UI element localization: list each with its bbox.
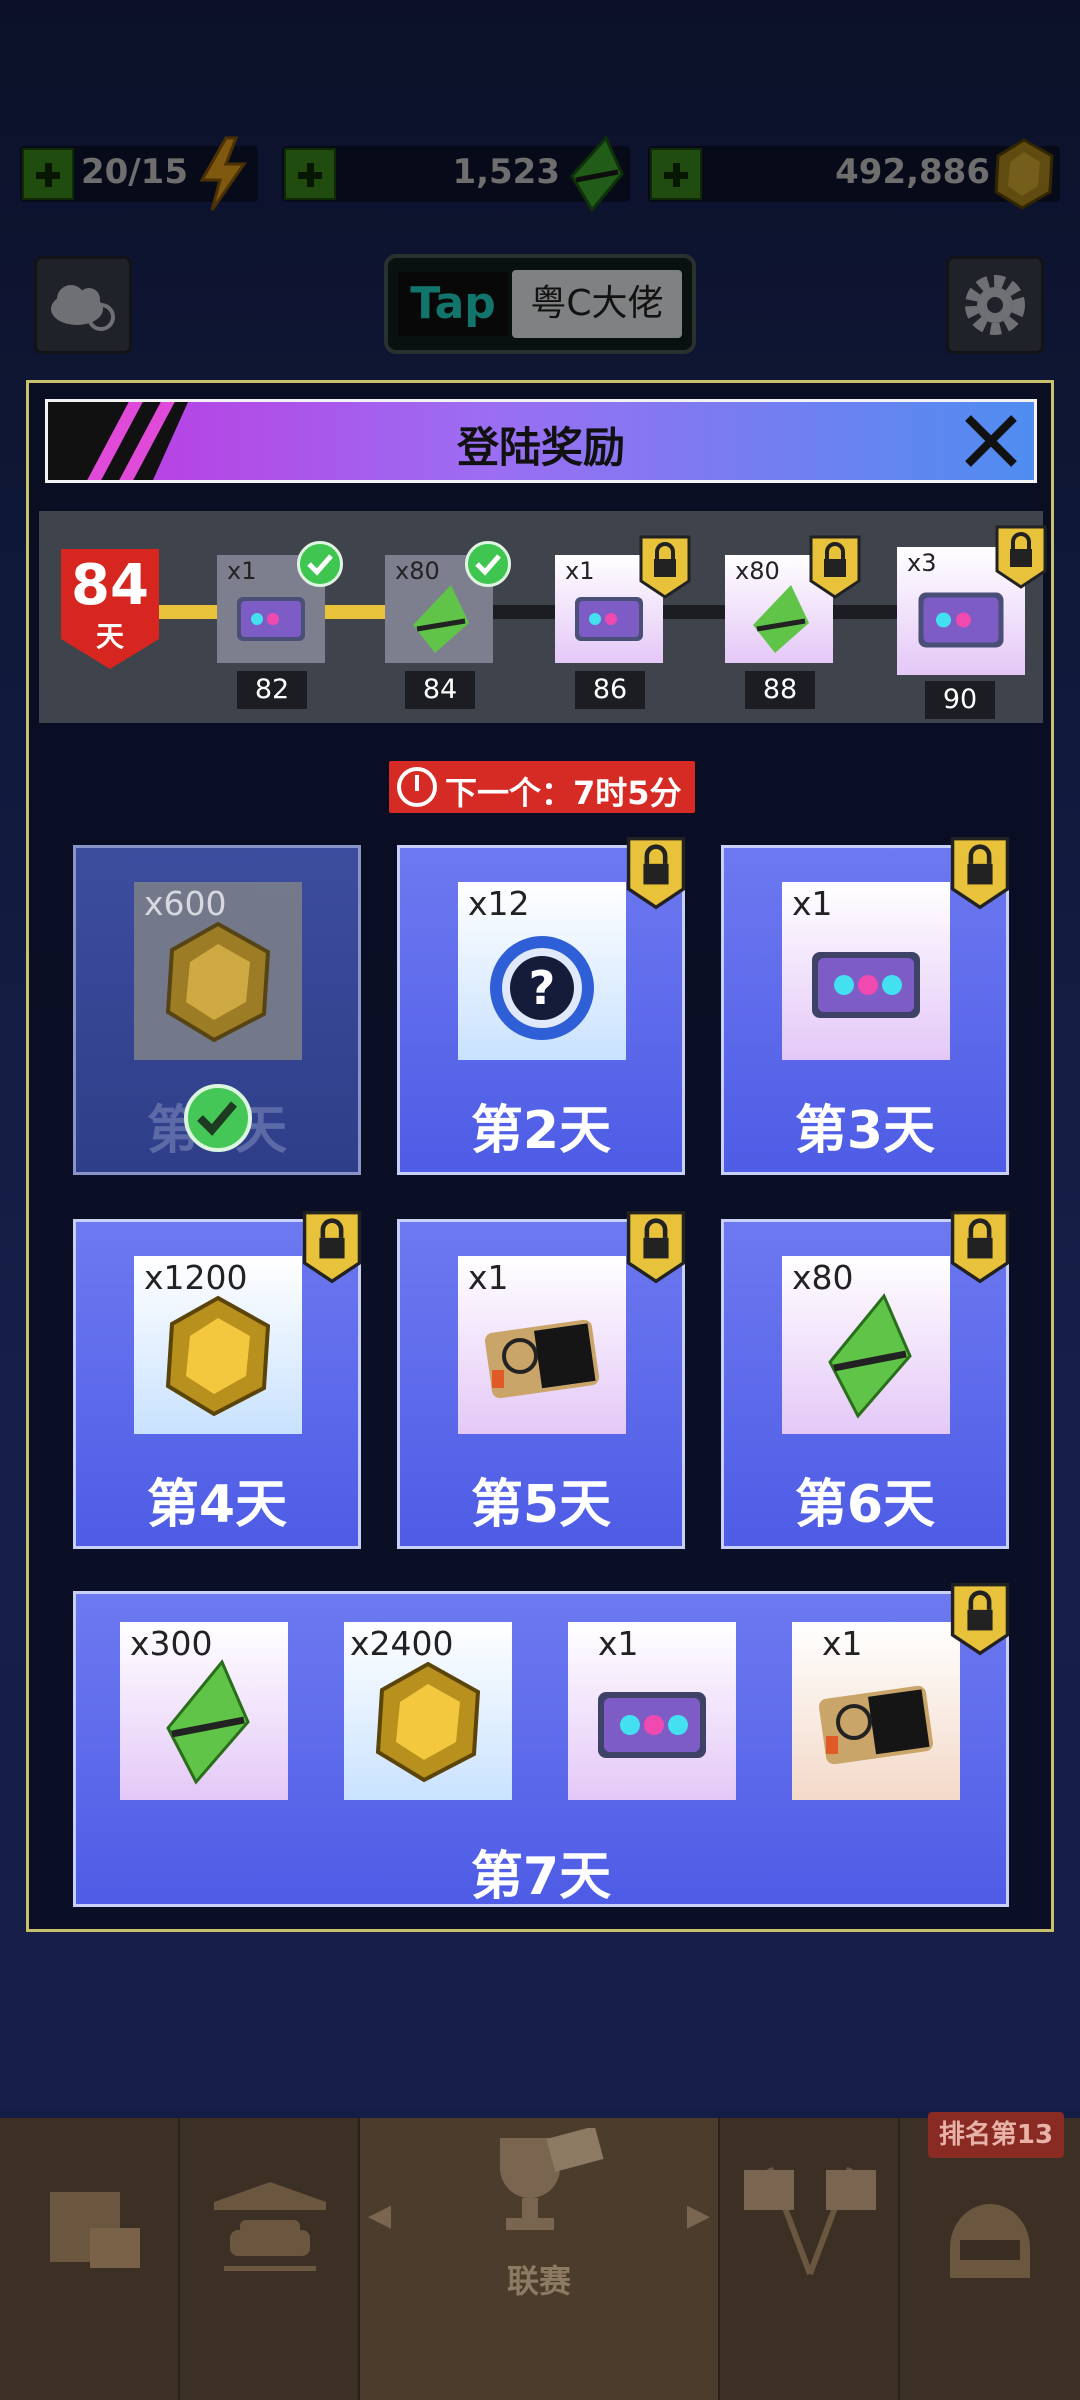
claimed-check-icon <box>465 541 511 587</box>
turbo-card-icon <box>818 1685 934 1765</box>
day-card-4[interactable]: x1200 第4天 <box>73 1211 362 1549</box>
reward-tile: x80 <box>782 1256 950 1434</box>
milestone-qty: x1 <box>565 557 595 585</box>
rank-badge: 排名第13 <box>928 2112 1064 2158</box>
reward-tile: x2400 <box>344 1622 512 1800</box>
lock-icon <box>809 535 861 599</box>
timer-text: 下一个：7时5分 <box>445 774 682 812</box>
milestone-qty: x80 <box>735 557 780 585</box>
ticket-card-icon <box>237 597 305 641</box>
day-card-5[interactable]: x1 第5天 <box>397 1211 686 1549</box>
mystery-box-icon: ? <box>490 936 594 1040</box>
reward-tile: x1200 <box>134 1256 302 1434</box>
milestone-qty: x1 <box>227 557 257 585</box>
gold-coin-icon <box>375 1661 481 1783</box>
trophy-icon <box>500 2128 604 2230</box>
lock-icon <box>626 1211 686 1284</box>
gold-coin-icon <box>165 1295 271 1417</box>
ticket-card-icon <box>598 1692 706 1758</box>
day-label: 第5天 <box>470 1475 612 1535</box>
nav-profile[interactable] <box>900 2118 1080 2400</box>
shop-icon <box>50 2192 140 2268</box>
lock-icon <box>639 535 691 599</box>
nav-race[interactable] <box>720 2118 900 2400</box>
day-card-2[interactable]: x12 ? 第2天 <box>397 837 686 1175</box>
nav-garage[interactable] <box>180 2118 360 2400</box>
panel-title-bar: 登陆奖励 <box>45 399 1037 483</box>
streak-badge: 84 天 <box>61 549 159 669</box>
streak-unit: 天 <box>95 620 124 653</box>
clock-icon <box>397 767 437 807</box>
login-reward-panel: 登陆奖励 84 天 x1 82 x80 84 x1 86 x80 88 x3 9… <box>26 380 1054 1932</box>
lock-icon <box>950 1211 1010 1284</box>
turbo-card-icon <box>484 1319 600 1399</box>
milestone-day: 82 <box>237 671 307 709</box>
day-label: 第7天 <box>470 1847 612 1907</box>
nav-next-arrow-icon[interactable]: ▶ <box>687 2198 710 2233</box>
gold-coin-icon <box>165 921 271 1043</box>
reward-tile: x300 <box>120 1622 288 1800</box>
helmet-icon <box>950 2204 1030 2278</box>
reward-tile: x12 ? <box>458 882 626 1060</box>
lock-icon <box>626 837 686 910</box>
day-label: 第3天 <box>794 1101 936 1161</box>
lock-icon <box>302 1211 362 1284</box>
svg-text:?: ? <box>529 961 556 1015</box>
nav-shop[interactable] <box>0 2118 180 2400</box>
streak-days: 84 <box>71 553 149 618</box>
reward-tile: x1 <box>792 1622 960 1800</box>
day-label: 第4天 <box>146 1475 288 1535</box>
reward-tile: x1 <box>568 1622 736 1800</box>
nav-league-label: 联赛 <box>506 2262 571 2300</box>
nav-prev-arrow-icon[interactable]: ◀ <box>368 2198 391 2233</box>
claimed-check-icon <box>297 541 343 587</box>
close-icon[interactable] <box>958 408 1024 474</box>
green-gem-icon <box>828 1293 912 1419</box>
milestone-day: 84 <box>405 671 475 709</box>
reward-tile: x600 <box>134 882 302 1060</box>
milestone-day: 86 <box>575 671 645 709</box>
reward-tile: x1 <box>782 882 950 1060</box>
day-label: 第2天 <box>470 1101 612 1161</box>
next-reward-timer: 下一个：7时5分 <box>389 761 695 813</box>
milestone-strip: 84 天 x1 82 x80 84 x1 86 x80 88 x3 90 <box>39 511 1047 723</box>
nav-league[interactable]: ◀ 联赛 ▶ <box>360 2118 720 2400</box>
day-card-6[interactable]: x80 第6天 <box>721 1211 1010 1549</box>
reward-tile: x1 <box>458 1256 626 1434</box>
panel-title: 登陆奖励 <box>456 423 625 472</box>
bottom-nav: ◀ 联赛 ▶ <box>0 2118 1080 2400</box>
garage-car-icon <box>214 2182 326 2271</box>
ticket-card-icon <box>812 952 920 1018</box>
checkered-flags-icon <box>744 2166 876 2276</box>
milestone-day: 88 <box>745 671 815 709</box>
lock-icon <box>950 837 1010 910</box>
green-gem-icon <box>166 1659 250 1785</box>
day-card-7[interactable]: x300 x2400 x1 x1 第7天 <box>73 1583 1010 1907</box>
claimed-check-icon <box>184 1084 252 1152</box>
day-card-1[interactable]: x600 第1天 <box>73 845 361 1175</box>
day-label: 第6天 <box>794 1475 936 1535</box>
green-gem-icon <box>413 585 469 653</box>
milestone-qty: x3 <box>907 549 937 577</box>
milestone-qty: x80 <box>395 557 440 585</box>
milestone-day: 90 <box>925 681 995 719</box>
lock-icon <box>995 525 1047 589</box>
day-card-3[interactable]: x1 第3天 <box>721 837 1010 1175</box>
lock-icon <box>950 1583 1010 1656</box>
